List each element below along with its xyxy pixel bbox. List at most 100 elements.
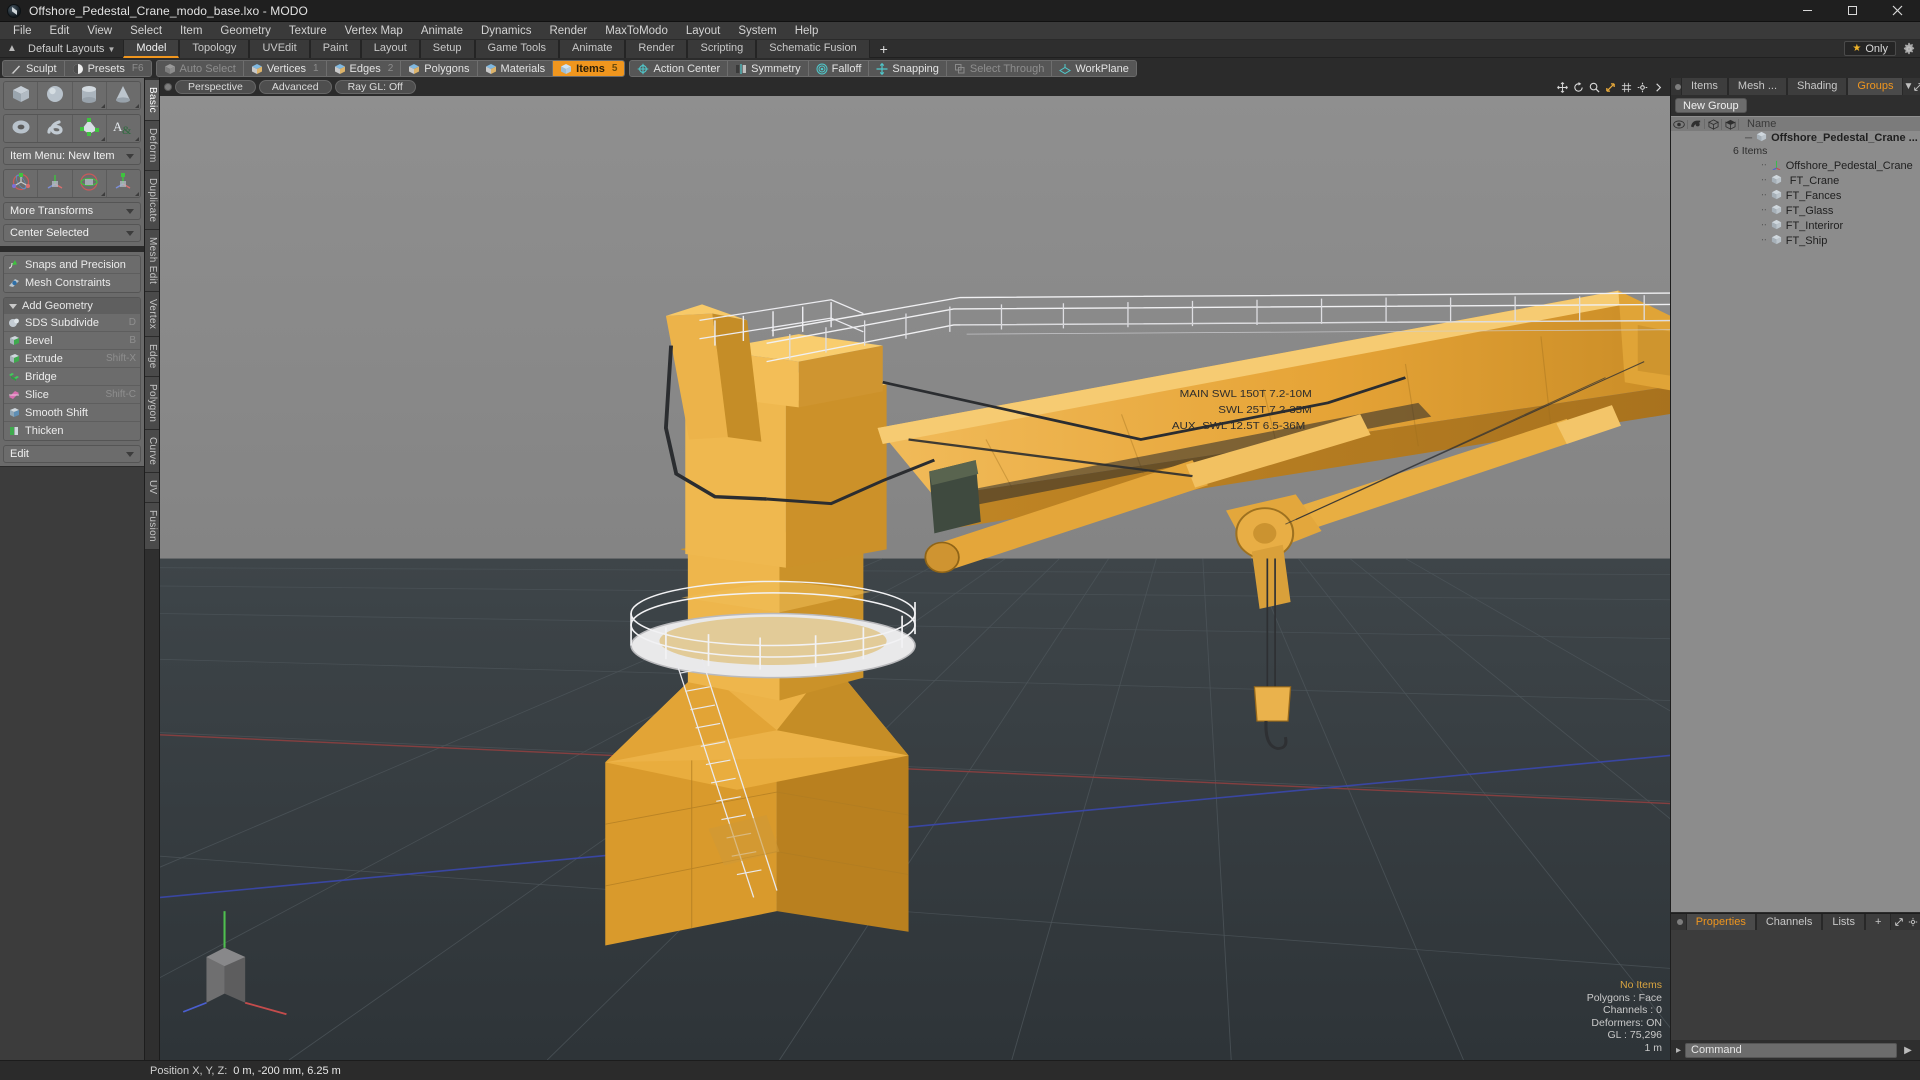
resize-view-icon[interactable] [1605,82,1616,93]
add-geometry-header[interactable]: Add Geometry [4,298,140,314]
vertices-mode-button[interactable]: Vertices 1 [243,61,327,76]
items-mode-button[interactable]: Items 5 [553,61,625,76]
close-button[interactable] [1875,0,1920,22]
maximize-button[interactable] [1830,0,1875,22]
tab-uvedit[interactable]: UVEdit [249,40,310,58]
scale-tool-button[interactable] [72,170,107,197]
sculpt-button[interactable]: Sculpt [3,61,65,76]
polygon-primitive-button[interactable] [72,115,107,142]
mesh-constraints-item[interactable]: Mesh Constraints [4,274,140,292]
viewport-tab-perspective[interactable]: Perspective [175,80,256,94]
more-transforms-dropdown[interactable]: More Transforms [3,202,141,220]
wireframe-icon[interactable] [1705,118,1722,130]
new-group-button[interactable]: New Group [1675,98,1747,113]
gear-icon[interactable] [1902,42,1916,56]
properties-panel-body[interactable] [1671,930,1920,1040]
thicken-item[interactable]: Thicken [4,422,140,440]
spiral-primitive-button[interactable] [38,115,73,142]
eye-icon[interactable] [1671,119,1688,129]
default-layouts-dropdown[interactable]: Default Layouts ▼ [20,40,123,58]
extrude-item[interactable]: Extrude Shift-X [4,350,140,368]
item-menu-dropdown[interactable]: Item Menu: New Item [3,147,141,165]
tab-setup[interactable]: Setup [419,40,475,58]
sphere-primitive-button[interactable] [38,82,73,109]
table-row[interactable]: ‧‧ FT_Fances [1671,188,1920,203]
tab-channels[interactable]: Channels [1755,914,1823,930]
torus-primitive-button[interactable] [4,115,39,142]
layout-expand-icon[interactable]: ▲ [4,43,20,54]
rotate-view-icon[interactable] [1573,81,1584,93]
workplane-button[interactable]: WorkPlane [1052,61,1136,76]
tab-model[interactable]: Model [123,40,180,58]
vtab-basic[interactable]: Basic [145,80,159,121]
render-icon[interactable] [1722,118,1739,130]
menu-system[interactable]: System [729,22,785,40]
select-through-button[interactable]: Select Through [946,61,1053,76]
menu-help[interactable]: Help [786,22,828,40]
table-row[interactable]: ‧‧ FT_Glass [1671,203,1920,218]
tab-add-panel[interactable]: + [1864,914,1892,930]
tab-render[interactable]: Render [625,40,688,58]
menu-view[interactable]: View [78,22,121,40]
viewport-canvas[interactable]: MAIN SWL 150T 7.2-10M SWL 25T 7.2-35M AU… [160,96,1670,1060]
table-row[interactable]: ‧‧ FT_Ship [1671,233,1920,248]
vtab-polygon[interactable]: Polygon [145,376,159,431]
presets-button[interactable]: Presets F6 [64,61,151,76]
vtab-edge[interactable]: Edge [145,337,159,377]
menu-dynamics[interactable]: Dynamics [472,22,540,40]
menu-select[interactable]: Select [121,22,171,40]
zoom-view-icon[interactable] [1589,82,1600,93]
tab-topology[interactable]: Topology [179,40,250,58]
snaps-and-precision-item[interactable]: Snaps and Precision [4,256,140,274]
command-history-icon[interactable]: ▶ [1901,1045,1915,1056]
item-tree-empty-space[interactable] [1671,248,1920,913]
grid-toggle-icon[interactable] [1621,82,1632,93]
lower-maximize-icon[interactable] [1891,914,1905,930]
vtab-fusion[interactable]: Fusion [145,502,159,550]
viewport-tab-raygl[interactable]: Ray GL: Off [334,80,416,94]
cylinder-primitive-button[interactable] [72,82,107,109]
tab-paint[interactable]: Paint [309,40,361,58]
tab-properties[interactable]: Properties [1685,914,1756,930]
add-layout-tab-button[interactable]: + [869,40,898,57]
viewport-3d[interactable]: Perspective Advanced Ray GL: Off MAIN SW… [160,78,1670,1060]
tab-scripting[interactable]: Scripting [687,40,757,58]
auto-select-button[interactable]: Auto Select [156,61,244,76]
tab-lists[interactable]: Lists [1822,914,1865,930]
menu-animate[interactable]: Animate [412,22,472,40]
polygons-mode-button[interactable]: Polygons [401,61,478,76]
action-center-button[interactable]: Action Center [630,61,729,76]
tab-game-tools[interactable]: Game Tools [474,40,560,58]
table-row[interactable]: ‧‧ FT_Interiror [1671,218,1920,233]
move-view-icon[interactable] [1557,81,1568,93]
vtab-duplicate[interactable]: Duplicate [145,170,159,230]
table-row[interactable]: ‧‧ Offshore_Pedestal_Crane [1671,158,1920,173]
menu-layout[interactable]: Layout [677,22,730,40]
command-chevron-icon[interactable]: ▸ [1676,1045,1681,1056]
menu-edit[interactable]: Edit [41,22,79,40]
materials-mode-button[interactable]: Materials [477,61,554,76]
shade-icon[interactable] [1688,119,1705,129]
tab-layout[interactable]: Layout [360,40,420,58]
smooth-shift-item[interactable]: Smooth Shift [4,404,140,422]
tab-groups[interactable]: Groups [1847,78,1904,95]
minimize-button[interactable] [1785,0,1830,22]
menu-maxtomodo[interactable]: MaxToModo [596,22,677,40]
rotate-tool-button[interactable] [38,170,73,197]
viewport-menu-dot[interactable] [164,83,172,91]
menu-texture[interactable]: Texture [280,22,336,40]
vtab-mesh-edit[interactable]: Mesh Edit [145,229,159,293]
snapping-button[interactable]: Snapping [869,61,947,76]
expand-icon[interactable] [1653,82,1664,93]
vtab-uv[interactable]: UV [145,473,159,503]
table-row[interactable]: ‧‧ FT_Crane [1671,173,1920,188]
tab-animate[interactable]: Animate [559,40,626,58]
tab-mesh[interactable]: Mesh ... [1727,78,1788,95]
tab-items[interactable]: Items [1681,78,1728,95]
bevel-item[interactable]: Bevel B [4,332,140,350]
lower-gear-icon[interactable] [1906,914,1920,930]
edges-mode-button[interactable]: Edges 2 [326,61,402,76]
table-row[interactable]: ─ Offshore_Pedestal_Crane ... [1671,131,1920,145]
menu-geometry[interactable]: Geometry [211,22,280,40]
transform-tool-button[interactable] [106,170,140,197]
